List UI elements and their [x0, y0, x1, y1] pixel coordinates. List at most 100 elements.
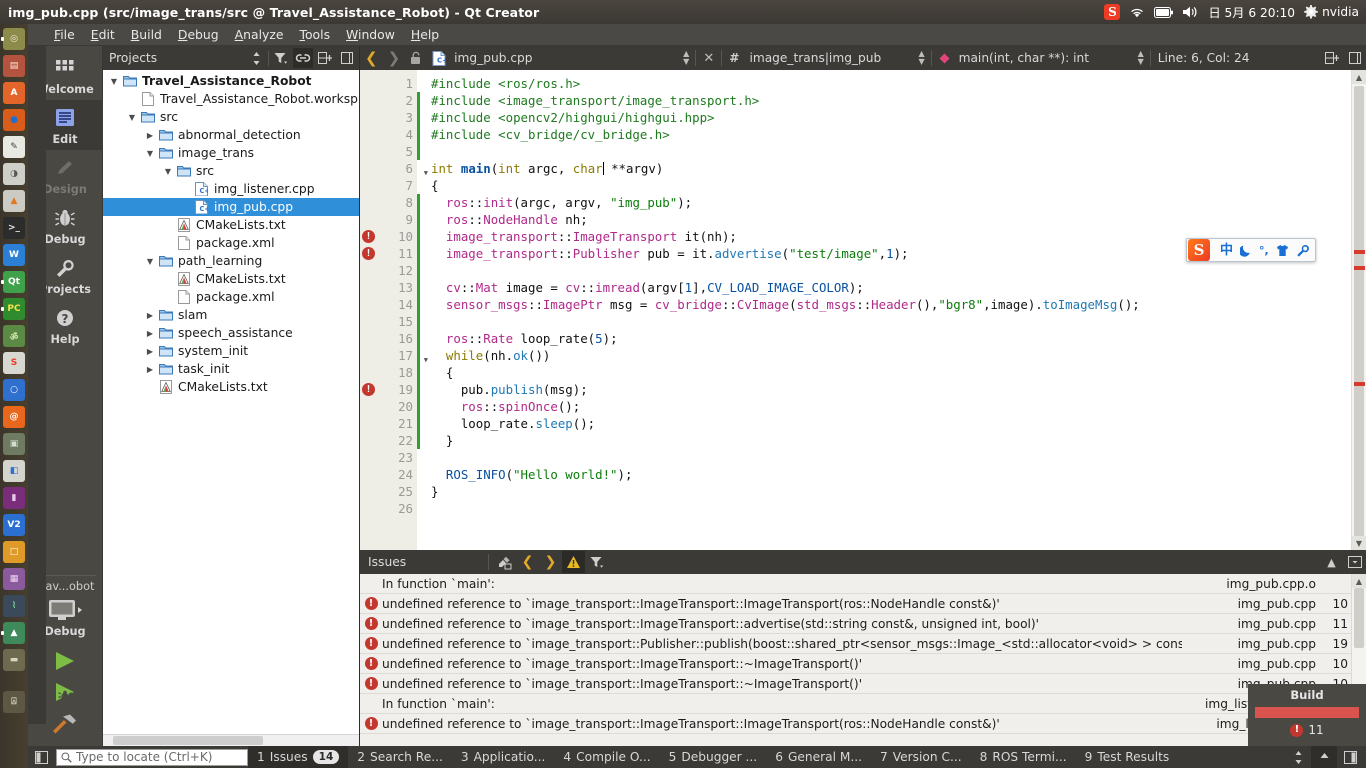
line-number[interactable]: 18 — [360, 364, 417, 381]
menu-window[interactable]: Window — [338, 25, 403, 44]
line-number[interactable]: 9 — [360, 211, 417, 228]
code-line[interactable]: image_transport::ImageTransport it(nh); — [431, 229, 737, 244]
skin-icon[interactable] — [1276, 244, 1289, 257]
toolbox-icon[interactable] — [1296, 244, 1309, 257]
error-marker[interactable]: ! — [362, 230, 375, 243]
issue-row[interactable]: ! undefined reference to `image_transport… — [360, 634, 1366, 654]
vmware-icon[interactable]: □ — [1, 539, 27, 565]
chevron-right-icon[interactable]: ▶ — [143, 365, 157, 374]
editor-file-dropdown[interactable]: ▲ ▼ — [679, 50, 693, 66]
v2ray-icon[interactable]: V2 — [1, 512, 27, 538]
terminal-icon[interactable]: >_ — [1, 215, 27, 241]
code-line[interactable]: #include <cv_bridge/cv_bridge.h> — [431, 127, 670, 142]
chevron-right-icon[interactable]: ▶ — [143, 131, 157, 140]
projects-horizontal-scrollbar[interactable] — [103, 734, 359, 746]
sidebar-toggle-icon[interactable] — [28, 746, 54, 768]
code-line[interactable] — [431, 501, 438, 516]
blender-icon[interactable]: ▲ — [1, 188, 27, 214]
output-tab-issues[interactable]: 1 Issues 14 — [248, 746, 349, 768]
build-error-count[interactable]: ! 11 — [1290, 723, 1324, 737]
scroll-down-arrow[interactable]: ▼ — [1352, 536, 1366, 550]
code-line[interactable]: { — [431, 365, 453, 380]
tree-item[interactable]: ▶ speech_assistance — [103, 324, 359, 342]
error-marker[interactable]: ! — [362, 383, 375, 396]
sogou-ime-toolbar[interactable]: S 中 °, — [1186, 238, 1316, 262]
chevron-up-icon[interactable]: ▲ — [1320, 551, 1343, 573]
wifi-icon[interactable] — [1129, 0, 1145, 24]
code-line[interactable] — [431, 450, 438, 465]
line-number[interactable]: 6 ▼ — [360, 160, 428, 177]
filter-warnings-icon[interactable] — [562, 551, 585, 573]
usb-drive-icon[interactable]: ▬ — [1, 647, 27, 673]
editor-file-name[interactable]: img_pub.cpp — [449, 46, 679, 70]
line-number[interactable]: 14 — [360, 296, 417, 313]
line-number[interactable]: 5 — [360, 143, 417, 160]
tree-item[interactable]: ▶ system_init — [103, 342, 359, 360]
line-number[interactable]: ! 19 — [360, 381, 417, 398]
scroll-up-arrow[interactable]: ▲ — [1352, 70, 1366, 84]
tree-item[interactable]: ▼ src — [103, 162, 359, 180]
tree-item[interactable]: Travel_Assistance_Robot.worksp — [103, 90, 359, 108]
unlocked-icon[interactable] — [405, 46, 427, 70]
build-project-button[interactable] — [50, 712, 80, 734]
menu-build[interactable]: Build — [123, 25, 170, 44]
code-line[interactable]: ros::spinOnce(); — [431, 399, 580, 414]
code-line[interactable] — [431, 314, 438, 329]
output-tab-applicatio[interactable]: 3 Applicatio... — [452, 746, 555, 768]
media-icon[interactable]: ▮ — [1, 485, 27, 511]
ubuntu-dash-icon[interactable]: ◎ — [1, 26, 27, 52]
tree-item[interactable]: ▶ slam — [103, 306, 359, 324]
tree-item-selected[interactable]: C+ img_pub.cpp — [103, 198, 359, 216]
editor-scope[interactable]: image_trans|img_pub — [744, 46, 914, 70]
updown-icon[interactable] — [1285, 746, 1311, 768]
code-line[interactable]: image_transport::Publisher pub = it.adve… — [431, 246, 909, 261]
gimp-icon[interactable]: ◑ — [1, 161, 27, 187]
line-number[interactable]: 13 — [360, 279, 417, 296]
issue-row[interactable]: In function `main': img_pub.cpp.o — [360, 574, 1366, 594]
previous-item-icon[interactable]: ❮ — [516, 551, 539, 573]
line-number[interactable]: 1 — [360, 75, 417, 92]
line-number[interactable]: 26 — [360, 500, 417, 517]
tree-item[interactable]: ▼ Travel_Assistance_Robot — [103, 72, 359, 90]
scrollbar-thumb[interactable] — [1354, 86, 1364, 546]
line-number[interactable]: 8 — [360, 194, 417, 211]
split-icon[interactable] — [315, 48, 335, 68]
line-number[interactable]: 15 — [360, 313, 417, 330]
scroll-up-arrow[interactable]: ▲ — [1352, 574, 1366, 588]
clock[interactable]: 日 5月 6 20:10 — [1208, 0, 1295, 24]
tree-item[interactable]: ▶ task_init — [103, 360, 359, 378]
sogou-input-icon[interactable]: S — [1, 350, 27, 376]
start-debugging-button[interactable] — [51, 681, 79, 703]
error-marker[interactable]: ! — [362, 247, 375, 260]
software-center-icon[interactable]: A — [1, 80, 27, 106]
line-number[interactable]: 3 — [360, 109, 417, 126]
code-line[interactable]: #include <ros/ros.h> — [431, 76, 580, 91]
video-editor-icon[interactable]: ▦ — [1, 566, 27, 592]
issue-row[interactable]: ! undefined reference to `image_transport… — [360, 594, 1366, 614]
code-line[interactable]: ros::NodeHandle nh; — [431, 212, 588, 227]
code-line[interactable]: #include <opencv2/highgui/highgui.hpp> — [431, 110, 715, 125]
line-number[interactable]: 16 — [360, 330, 417, 347]
chevron-down-icon[interactable]: ▼ — [161, 167, 175, 176]
split-horizontal-icon[interactable] — [1320, 46, 1344, 70]
tree-item[interactable]: package.xml — [103, 234, 359, 252]
sync-selection-icon[interactable] — [246, 48, 266, 68]
output-tab-searchre[interactable]: 2 Search Re... — [348, 746, 452, 768]
code-area[interactable]: #include <ros/ros.h> #include <image_tra… — [417, 70, 1351, 550]
line-number[interactable]: 22 — [360, 432, 417, 449]
output-tab-generalm[interactable]: 6 General M... — [766, 746, 871, 768]
sogou-logo-icon[interactable]: S — [1188, 239, 1210, 261]
chevron-down-icon[interactable]: ▼ — [107, 77, 121, 86]
monitor-icon[interactable]: ⌇ — [1, 593, 27, 619]
menu-debug[interactable]: Debug — [170, 25, 227, 44]
code-line[interactable]: { — [431, 178, 438, 193]
chinese-mode-icon[interactable]: 中 — [1220, 244, 1233, 257]
link-with-editor-icon[interactable] — [293, 48, 313, 68]
line-number-gutter[interactable]: 1 2 3 4 5 6 ▼ 7 8 9! 10! 11 12 13 14 15 16 17 ▼ 18! 19 20 21 22… — [360, 70, 428, 550]
issue-row[interactable]: ! undefined reference to `image_transport… — [360, 614, 1366, 634]
code-line[interactable]: cv::Mat image = cv::imread(argv[1],CV_LO… — [431, 280, 864, 295]
maximize-output-icon[interactable] — [1311, 746, 1337, 768]
issue-row[interactable]: In function `main':img_listener.cpp.o — [360, 694, 1366, 714]
code-editor[interactable]: 1 2 3 4 5 6 ▼ 7 8 9! 10! 11 12 13 14 15 16 17 ▼ 18! 19 20 21 22… — [360, 70, 1366, 550]
tree-item[interactable]: ▼ image_trans — [103, 144, 359, 162]
